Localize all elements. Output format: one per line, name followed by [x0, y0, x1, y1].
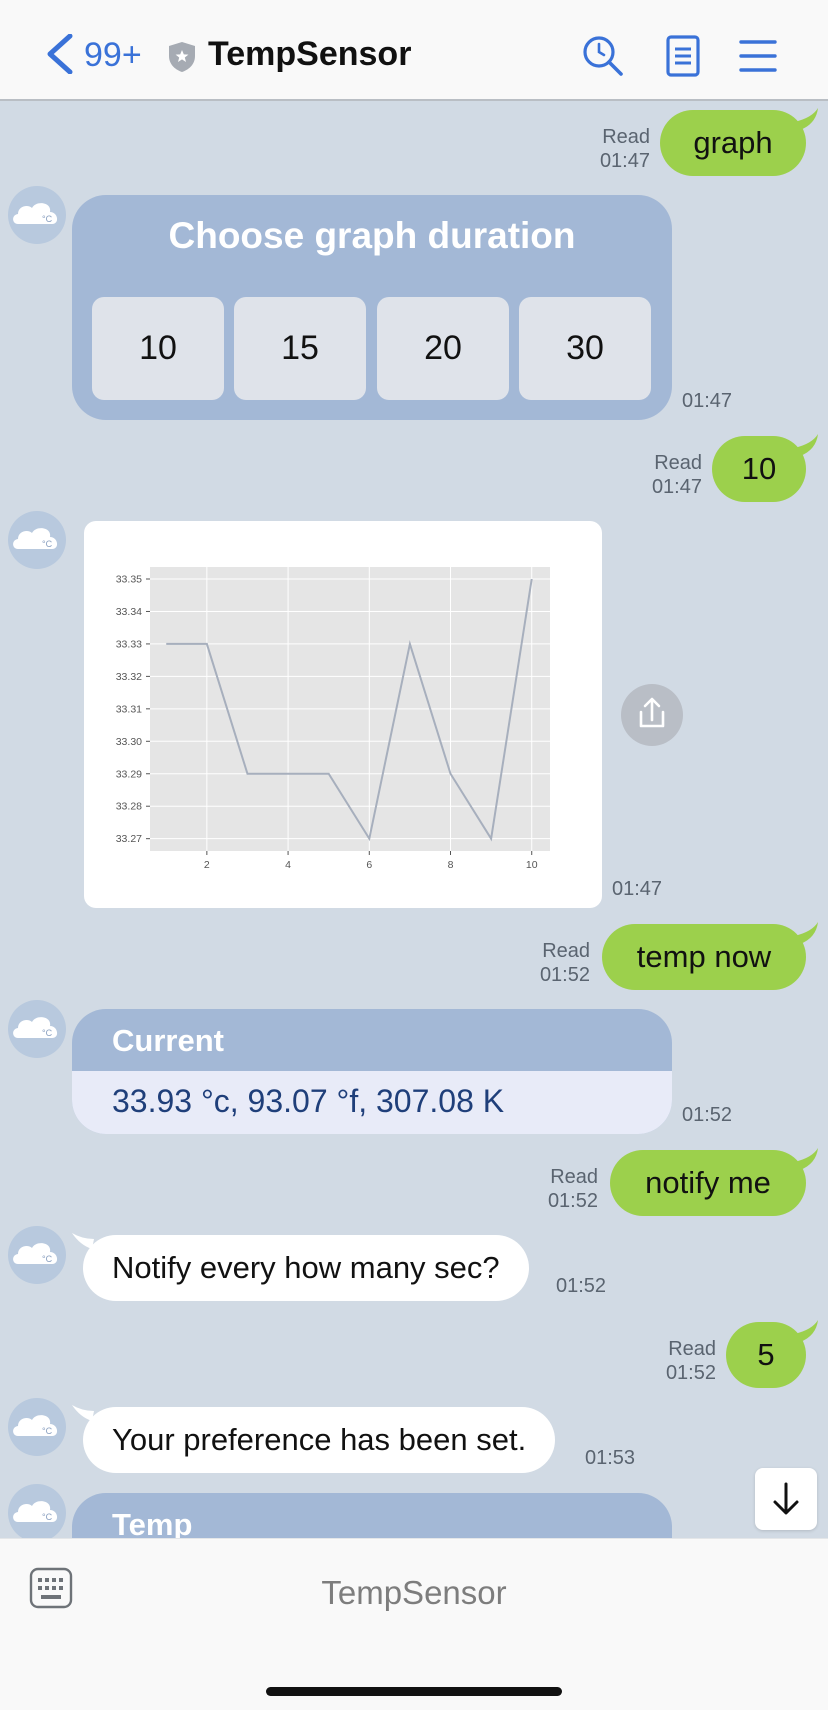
arrow-down-icon	[773, 1482, 799, 1515]
svg-text:°C: °C	[42, 539, 53, 549]
x-tick-label: 8	[448, 859, 454, 871]
y-tick-label: 33.35	[116, 574, 142, 586]
current-temp-card: Current 33.93 °c, 93.07 °f, 307.08 K	[72, 1009, 672, 1134]
chat-area[interactable]: Read 01:47 graph °C Choose graph duration…	[0, 101, 828, 1538]
notes-icon[interactable]	[661, 34, 705, 78]
y-tick-label: 33.32	[116, 671, 142, 683]
bot-avatar[interactable]: °C	[8, 1398, 66, 1456]
card-title: Choose graph duration	[168, 215, 576, 256]
current-reading: 33.93 °c, 93.07 °f, 307.08 K	[112, 1083, 505, 1119]
share-button[interactable]	[621, 684, 683, 746]
bot-menu-label[interactable]: TempSensor	[0, 1574, 828, 1612]
share-icon	[639, 697, 665, 728]
bot-avatar[interactable]: °C	[8, 1226, 66, 1284]
bubble-tail	[794, 434, 818, 456]
read-receipt: Read 01:52	[539, 940, 590, 986]
temp-card: Temp	[72, 1493, 672, 1538]
message-time: 01:47	[682, 390, 733, 412]
x-tick-label: 10	[526, 859, 538, 871]
read-receipt: Read 01:52	[547, 1166, 598, 1212]
scroll-to-bottom-button[interactable]	[755, 1468, 817, 1530]
svg-text:°C: °C	[42, 1254, 53, 1264]
svg-text:°C: °C	[42, 1426, 53, 1436]
option-button-30[interactable]: 30	[519, 297, 651, 400]
y-tick-label: 33.34	[116, 606, 142, 618]
y-tick-label: 33.28	[116, 801, 142, 813]
message-bubble[interactable]: graph	[660, 110, 806, 176]
bubble-tail	[794, 1148, 818, 1170]
read-receipt: Read 01:47	[651, 452, 702, 498]
card-title: Temp	[112, 1507, 193, 1538]
message-bubble[interactable]: Notify every how many sec?	[83, 1235, 529, 1301]
svg-text:°C: °C	[42, 1028, 53, 1038]
bot-avatar[interactable]: °C	[8, 1484, 66, 1538]
message-bubble[interactable]: 10	[712, 436, 806, 502]
y-tick-label: 33.29	[116, 768, 142, 780]
bot-avatar[interactable]: °C	[8, 511, 66, 569]
option-button-15[interactable]: 15	[234, 297, 366, 400]
bubble-tail	[794, 108, 818, 130]
message-time: 01:52	[556, 1275, 607, 1297]
graph-image[interactable]: 33.35 33.34 33.33 33.32 33.31 33.30 33.29 33.28…	[84, 521, 602, 908]
cloud-icon: °C	[13, 1243, 58, 1264]
cloud-icon: °C	[13, 203, 58, 224]
chat-header: 99+ TempSensor	[0, 0, 828, 101]
bubble-tail	[794, 922, 818, 944]
card-body: 33.93 °c, 93.07 °f, 307.08 K	[72, 1071, 672, 1134]
x-tick-label: 2	[204, 859, 210, 871]
card-title: Current	[112, 1023, 224, 1058]
message-bubble[interactable]: temp now	[602, 924, 806, 990]
bot-avatar[interactable]: °C	[8, 186, 66, 244]
message-time: 01:47	[612, 878, 663, 900]
y-tick-label: 33.27	[116, 833, 142, 845]
y-tick-label: 33.30	[116, 736, 142, 748]
chevron-left-icon[interactable]	[42, 34, 82, 74]
option-button-10[interactable]: 10	[92, 297, 224, 400]
cloud-icon: °C	[13, 1017, 58, 1038]
cloud-icon: °C	[13, 1501, 58, 1522]
option-button-20[interactable]: 20	[377, 297, 509, 400]
temperature-chart: 33.35 33.34 33.33 33.32 33.31 33.30 33.29 33.28…	[116, 567, 550, 871]
cloud-icon: °C	[13, 528, 58, 549]
message-bubble[interactable]: Your preference has been set.	[83, 1407, 556, 1473]
menu-icon[interactable]	[736, 34, 780, 78]
message-time: 01:52	[682, 1104, 733, 1126]
y-tick-label: 33.33	[116, 638, 142, 650]
read-receipt: Read 01:52	[665, 1338, 716, 1384]
bubble-tail	[794, 1320, 818, 1342]
svg-text:°C: °C	[42, 214, 53, 224]
bot-avatar[interactable]: °C	[8, 1000, 66, 1058]
chat-title: TempSensor	[208, 35, 412, 73]
unread-count[interactable]: 99+	[84, 36, 142, 75]
y-tick-label: 33.31	[116, 703, 142, 715]
read-receipt: Read 01:47	[599, 126, 650, 172]
cloud-icon: °C	[13, 1415, 58, 1436]
home-indicator	[266, 1687, 562, 1696]
x-tick-label: 4	[285, 859, 291, 871]
message-time: 01:53	[585, 1447, 636, 1469]
svg-text:°C: °C	[42, 1512, 53, 1522]
input-bar: TempSensor	[0, 1538, 828, 1710]
shield-icon	[169, 42, 195, 72]
x-tick-label: 6	[366, 859, 372, 871]
search-icon[interactable]	[581, 34, 625, 78]
message-bubble[interactable]: notify me	[610, 1150, 806, 1216]
